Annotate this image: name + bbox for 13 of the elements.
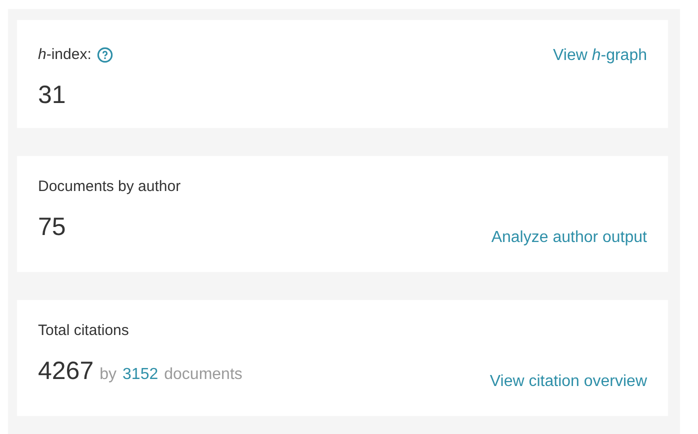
- metric-value: 31: [38, 80, 66, 110]
- help-icon[interactable]: [97, 47, 114, 64]
- metric-value: 4267: [38, 356, 94, 386]
- action-link[interactable]: View h-graph: [553, 44, 647, 68]
- metric-label: Documents by author: [38, 177, 181, 197]
- documents-text: documents: [164, 364, 242, 384]
- action-link[interactable]: View citation overview: [490, 370, 647, 394]
- metric-label: h-index:: [38, 45, 92, 65]
- action-link[interactable]: Analyze author output: [491, 226, 647, 250]
- metric-label: Total citations: [38, 321, 129, 341]
- by-text: by: [100, 364, 117, 384]
- documents-count-link[interactable]: 3152: [122, 362, 158, 386]
- metric-value: 75: [38, 212, 66, 242]
